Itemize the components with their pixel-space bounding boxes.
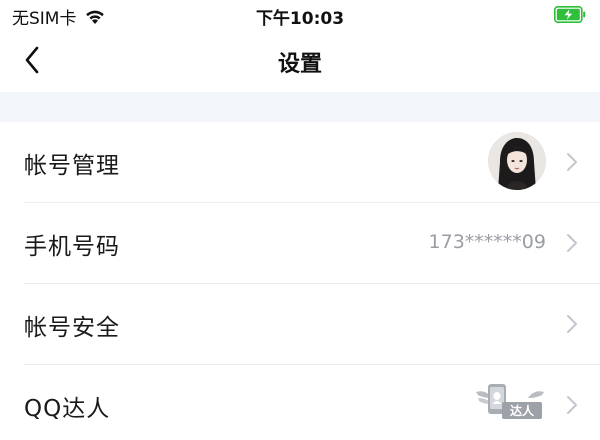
settings-screen: 无SIM卡 下午10:03 设置 帐号管理 手机号码 173******09 帐…: [0, 0, 600, 440]
settings-row-account-management[interactable]: 帐号管理: [0, 122, 600, 203]
settings-row-phone-number[interactable]: 手机号码 173******09: [0, 203, 600, 284]
navigation-bar: 设置: [0, 30, 600, 92]
chevron-right-icon: [567, 234, 577, 252]
row-label: 手机号码: [24, 234, 120, 260]
talent-badge-icon: 达人: [476, 384, 544, 419]
section-separator: [0, 92, 600, 122]
status-time: 下午10:03: [255, 9, 345, 29]
settings-row-account-security[interactable]: 帐号安全: [0, 284, 600, 365]
battery-charging-icon: [554, 6, 586, 23]
talent-badge-text: 达人: [510, 403, 535, 418]
row-label: 帐号管理: [24, 153, 120, 179]
avatar: [488, 132, 546, 190]
status-bar: 无SIM卡 下午10:03: [0, 0, 600, 30]
chevron-right-icon: [567, 315, 577, 333]
row-label: QQ达人: [24, 396, 111, 422]
page-title: 设置: [277, 52, 322, 77]
settings-row-qq-talent[interactable]: QQ达人 达人: [0, 365, 600, 440]
phone-number-value: 173******09: [428, 231, 546, 253]
chevron-right-icon: [567, 396, 577, 414]
row-label: 帐号安全: [24, 315, 120, 341]
settings-list: 帐号管理 手机号码 173******09 帐号安全 QQ达人 达人: [0, 122, 600, 440]
chevron-right-icon: [567, 153, 577, 171]
